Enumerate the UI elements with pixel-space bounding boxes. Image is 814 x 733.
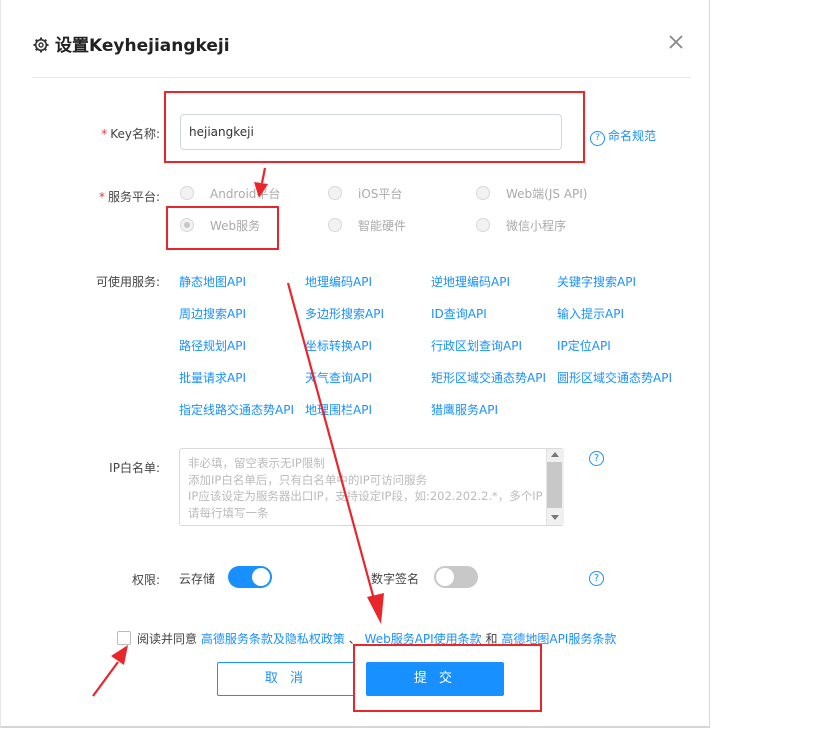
dialog-title: 设置Keyhejiangkeji (33, 31, 230, 56)
platform-label: * 服务平台: (40, 188, 160, 205)
scrollbar-thumb[interactable] (547, 462, 562, 508)
radio-smart-hardware[interactable]: 智能硬件 (328, 217, 406, 234)
title-divider (32, 77, 691, 78)
radio-ios[interactable]: iOS平台 (328, 185, 402, 202)
services-label: 可使用服务: (95, 275, 160, 289)
annotation-box-web-service (166, 206, 279, 250)
service-link[interactable]: 静态地图API (179, 273, 246, 290)
radio-label: Android平台 (210, 187, 281, 201)
question-circle-icon[interactable]: ? (589, 451, 604, 466)
radio-wechat-mini[interactable]: 微信小程序 (476, 217, 566, 234)
annotation-box-submit (353, 644, 542, 712)
service-link[interactable]: 行政区划查询API (431, 337, 522, 354)
service-link[interactable]: 关键字搜索API (557, 273, 636, 290)
radio-circle (328, 186, 342, 200)
agreement-prefix: 阅读并同意 (137, 632, 198, 646)
toggle-knob (436, 568, 454, 586)
backdrop (710, 0, 814, 733)
permissions-label: 权限: (131, 573, 160, 587)
radio-circle (328, 218, 342, 232)
placeholder-line: 请每行填写一条 (188, 505, 269, 520)
radio-label: iOS平台 (358, 187, 403, 201)
toggle-knob (252, 568, 270, 586)
radio-web-js[interactable]: Web端(JS API) (476, 185, 587, 202)
ip-whitelist-label: IP白名单: (109, 461, 160, 475)
radio-circle (180, 186, 194, 200)
radio-label: 微信小程序 (506, 219, 567, 233)
question-circle-icon[interactable]: ? (589, 571, 604, 586)
question-circle-icon: ? (590, 131, 605, 146)
service-link[interactable]: ID查询API (431, 305, 487, 322)
placeholder-line: IP应该设定为服务器出口IP，支持设定IP段，如:202.202.2.*，多个I… (188, 489, 543, 503)
service-link[interactable]: 输入提示API (557, 305, 624, 322)
service-link[interactable]: 指定线路交通态势API (179, 401, 294, 418)
placeholder-line: 添加IP白名单后，只有白名单中的IP可访问服务 (188, 472, 428, 487)
naming-rules-text: 命名规范 (608, 129, 657, 143)
scroll-down-icon[interactable] (551, 515, 559, 520)
terms-privacy-link[interactable]: 高德服务条款及隐私权政策 (201, 632, 345, 646)
service-link[interactable]: 圆形区域交通态势API (557, 369, 672, 386)
service-link[interactable]: 地理围栏API (305, 401, 372, 418)
radio-android[interactable]: Android平台 (180, 185, 280, 202)
service-link[interactable]: 地理编码API (305, 273, 372, 290)
ip-whitelist-textarea[interactable]: 非必填，留空表示无IP限制 添加IP白名单后，只有白名单中的IP可访问服务 IP… (179, 448, 564, 526)
close-icon[interactable] (665, 31, 687, 53)
agreement-checkbox[interactable] (117, 631, 131, 645)
platform-label-text: 服务平台: (107, 190, 160, 204)
radio-label: 智能硬件 (358, 219, 407, 233)
required-mark: * (98, 190, 105, 204)
service-link[interactable]: 坐标转换API (305, 337, 372, 354)
dialog-title-text: 设置Keyhejiangkeji (55, 36, 230, 56)
service-link[interactable]: 批量请求API (179, 369, 246, 386)
digital-signature-label: 数字签名 (371, 572, 420, 586)
service-link[interactable]: 矩形区域交通态势API (431, 369, 546, 386)
placeholder-line: 非必填，留空表示无IP限制 (188, 456, 325, 470)
service-link[interactable]: 多边形搜索API (305, 305, 384, 322)
radio-label: Web端(JS API) (506, 187, 588, 201)
radio-circle (476, 186, 490, 200)
key-name-label: * Key名称: (40, 125, 160, 142)
required-mark: * (101, 127, 108, 141)
service-link[interactable]: 周边搜索API (179, 305, 246, 322)
cloud-storage-toggle[interactable] (228, 566, 272, 588)
annotation-box-key-name (164, 91, 585, 163)
service-link[interactable]: 天气查询API (305, 369, 372, 386)
naming-rules-link[interactable]: ? 命名规范 (590, 127, 656, 146)
digital-signature-toggle[interactable] (434, 566, 478, 588)
gear-icon (33, 37, 49, 53)
scroll-up-icon[interactable] (551, 452, 559, 457)
radio-circle (476, 218, 490, 232)
cloud-storage-label: 云存储 (179, 572, 216, 586)
cancel-button[interactable]: 取 消 (217, 662, 355, 696)
key-name-label-text: Key名称: (110, 127, 160, 141)
service-link[interactable]: 路径规划API (179, 337, 246, 354)
service-link[interactable]: 猎鹰服务API (431, 401, 498, 418)
service-link[interactable]: IP定位API (557, 337, 611, 354)
service-link[interactable]: 逆地理编码API (431, 273, 510, 290)
